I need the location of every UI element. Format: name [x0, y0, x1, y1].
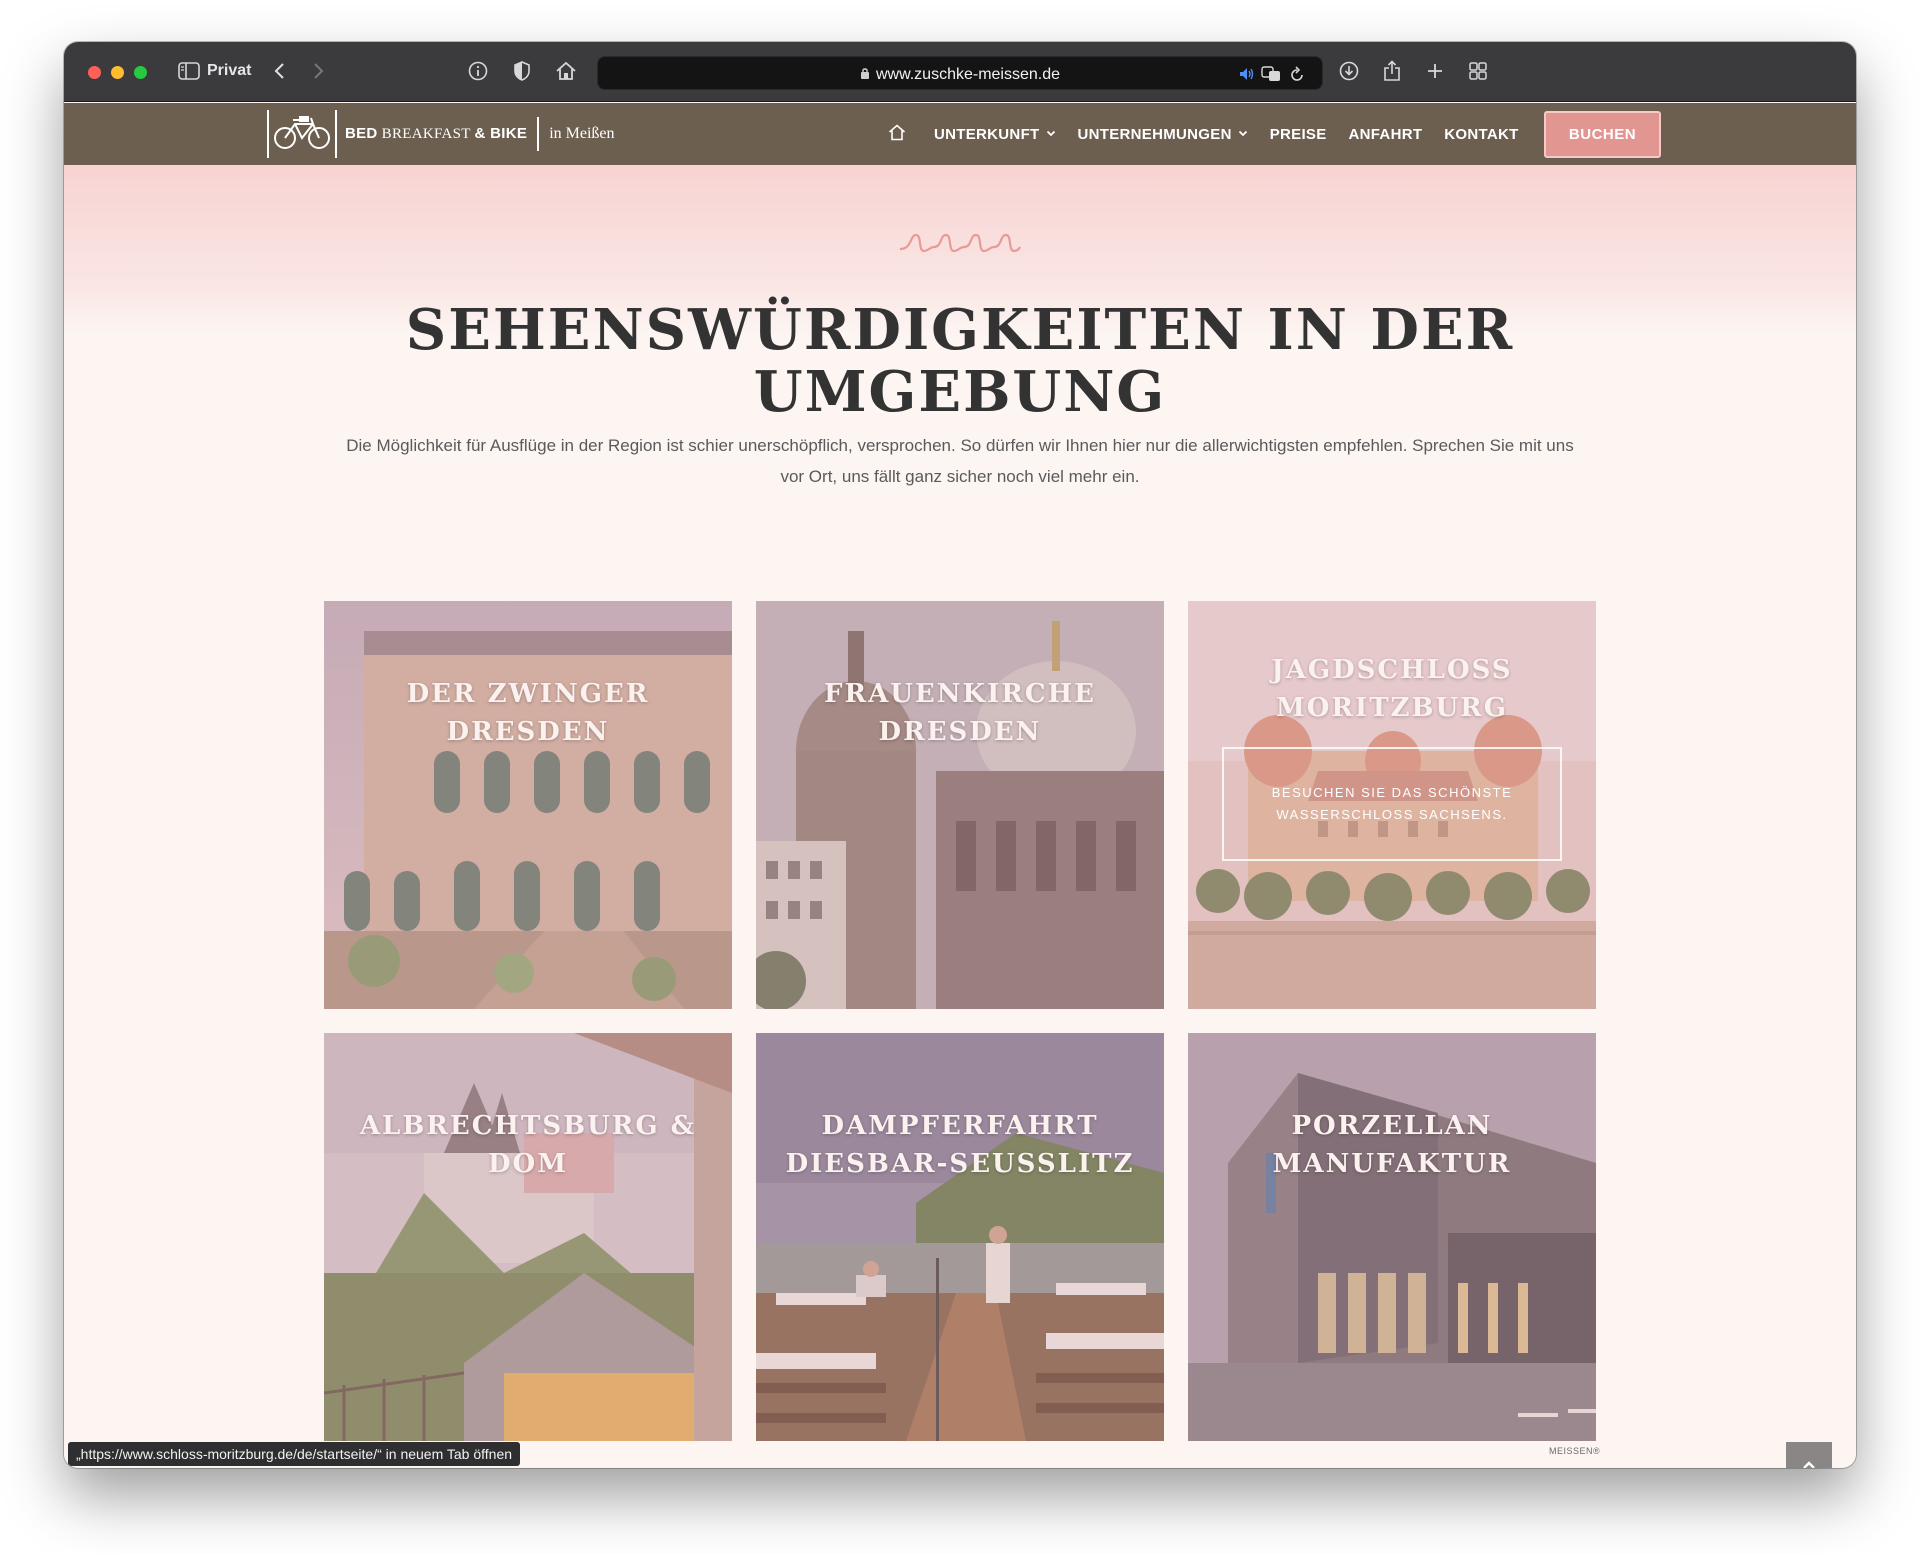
- tile-tint: [756, 1033, 1164, 1441]
- audio-playing-icon[interactable]: [1238, 65, 1256, 83]
- logo-location: in Meißen: [549, 125, 615, 142]
- nav-item-label: UNTERNEHMUNGEN: [1077, 126, 1232, 143]
- bicycle-logo-icon: [267, 110, 337, 158]
- nav-item-kontakt[interactable]: KONTAKT: [1444, 126, 1518, 143]
- status-bar-link-preview: „https://www.schloss-moritzburg.de/de/st…: [68, 1442, 521, 1466]
- home-icon[interactable]: [554, 58, 578, 84]
- tile-title-line-1: PORZELLAN: [1291, 1111, 1493, 1141]
- intro-text: Die Möglichkeit für Ausflüge in der Regi…: [304, 430, 1616, 492]
- sidebar-toggle-icon[interactable]: [176, 58, 202, 84]
- info-icon[interactable]: [466, 58, 490, 84]
- translate-icon[interactable]: [1260, 65, 1282, 83]
- tile-title-line-2: DOM: [488, 1149, 568, 1179]
- image-copyright: MEISSEN®: [1549, 1446, 1601, 1456]
- tile-jagdschloss-moritzburg[interactable]: JAGDSCHLOSS MORITZBURG BESUCHEN SIE DAS …: [1188, 601, 1596, 1009]
- tile-porzellan-manufaktur[interactable]: PORZELLAN MANUFAKTUR: [1188, 1033, 1596, 1441]
- nav-item-label: KONTAKT: [1444, 126, 1519, 143]
- forward-arrow-icon[interactable]: [309, 58, 329, 84]
- tile-zwinger-dresden[interactable]: DER ZWINGER DRESDEN: [324, 601, 732, 1009]
- nav-home-icon[interactable]: [888, 124, 906, 145]
- chevron-down-icon: [1238, 129, 1248, 140]
- tile-title-line-2: DIESBAR-SEUSSLITZ: [785, 1149, 1135, 1179]
- url-text: www.zuschke-meissen.de: [875, 66, 1061, 83]
- chevron-up-icon: [1803, 1461, 1815, 1468]
- tile-title-line-2: MANUFAKTUR: [1272, 1149, 1512, 1179]
- nav-item-label: ANFAHRT: [1348, 126, 1423, 143]
- tile-albrechtsburg-dom[interactable]: ALBRECHTSBURG & DOM: [324, 1033, 732, 1441]
- chevron-down-icon: [1046, 129, 1056, 140]
- logo-brand-bike: & BIKE: [474, 125, 528, 142]
- tile-hover-text: BESUCHEN SIE DAS SCHÖNSTE WASSERSCHLOSS …: [1271, 785, 1513, 822]
- tile-hover-description[interactable]: BESUCHEN SIE DAS SCHÖNSTE WASSERSCHLOSS …: [1222, 747, 1562, 861]
- decorative-squiggle-icon: [899, 233, 1021, 253]
- tile-title-line-1: FRAUENKIRCHE: [824, 679, 1096, 709]
- site-logo[interactable]: BED BREAKFAST & BIKE in Meißen: [267, 109, 615, 159]
- share-icon[interactable]: [1380, 58, 1404, 84]
- tile-frauenkirche-dresden[interactable]: FRAUENKIRCHE DRESDEN: [756, 601, 1164, 1009]
- tile-tint: [324, 1033, 732, 1441]
- tile-tint: [756, 601, 1164, 1009]
- tile-title-line-2: DRESDEN: [446, 717, 610, 747]
- nav-item-anfahrt[interactable]: ANFAHRT: [1349, 126, 1423, 143]
- nav-item-preise[interactable]: PREISE: [1270, 126, 1327, 143]
- address-bar[interactable]: www.zuschke-meissen.de: [597, 56, 1323, 90]
- tile-title: DAMPFERFAHRT DIESBAR-SEUSSLITZ: [776, 1107, 1144, 1183]
- site-header: BED BREAKFAST & BIKE in Meißen UNTERKUNF…: [64, 103, 1856, 165]
- tab-overview-icon[interactable]: [1466, 58, 1490, 84]
- logo-brand-breakfast: BREAKFAST: [381, 126, 471, 142]
- nav-item-unternehmungen[interactable]: UNTERNEHMUNGEN: [1078, 126, 1248, 143]
- tile-title: DER ZWINGER DRESDEN: [344, 675, 712, 751]
- browser-window: Privat www.zuschke-meissen.de BED BREAKF…: [64, 42, 1856, 1468]
- logo-divider: [537, 117, 540, 151]
- nav-item-label: PREISE: [1269, 126, 1327, 143]
- tile-title-line-1: DAMPFERFAHRT: [821, 1111, 1099, 1141]
- intro-line-1: Die Möglichkeit für Ausflüge in der Regi…: [346, 436, 1574, 455]
- tile-title: JAGDSCHLOSS MORITZBURG: [1208, 651, 1576, 727]
- lock-icon: [860, 67, 870, 82]
- tile-title-line-2: MORITZBURG: [1276, 693, 1508, 723]
- tile-title: PORZELLAN MANUFAKTUR: [1208, 1107, 1576, 1183]
- privacy-shield-icon[interactable]: [510, 58, 534, 84]
- page-title-line-2: UMGEBUNG: [753, 359, 1167, 425]
- tile-dampferfahrt-diesbar-seusslitz[interactable]: DAMPFERFAHRT DIESBAR-SEUSSLITZ: [756, 1033, 1164, 1441]
- tile-title-line-2: DRESDEN: [878, 717, 1042, 747]
- browser-toolbar: Privat www.zuschke-meissen.de: [64, 42, 1856, 102]
- page-title-line-1: SEHENSWÜRDIGKEITEN IN DER: [405, 297, 1515, 363]
- main-content: SEHENSWÜRDIGKEITEN IN DER UMGEBUNG Die M…: [64, 165, 1856, 1468]
- back-arrow-icon[interactable]: [269, 58, 289, 84]
- tile-title-line-1: ALBRECHTSBURG &: [359, 1111, 697, 1141]
- tile-title-line-1: JAGDSCHLOSS: [1271, 655, 1513, 685]
- nav-item-label: UNTERKUNFT: [934, 126, 1040, 143]
- minimize-window-button[interactable]: [111, 66, 124, 79]
- main-navigation: UNTERKUNFT UNTERNEHMUNGEN PREISE ANFAHRT…: [888, 124, 1541, 145]
- tile-tint: [324, 601, 732, 1009]
- new-tab-icon[interactable]: [1423, 58, 1447, 84]
- logo-brand-bed: BED: [345, 125, 378, 142]
- tile-title-line-1: DER ZWINGER: [406, 679, 650, 709]
- private-mode-label: Privat: [207, 62, 252, 79]
- close-window-button[interactable]: [88, 66, 101, 79]
- downloads-icon[interactable]: [1337, 58, 1361, 84]
- zoom-window-button[interactable]: [134, 66, 147, 79]
- attractions-grid: DER ZWINGER DRESDEN FRAUENKIRCHE DRESDEN…: [324, 601, 1596, 1441]
- tile-tint: [1188, 1033, 1596, 1441]
- buchen-button[interactable]: BUCHEN: [1544, 111, 1661, 158]
- reload-icon[interactable]: [1288, 65, 1306, 83]
- intro-line-2: vor Ort, uns fällt ganz sicher noch viel…: [780, 467, 1140, 486]
- page-title: SEHENSWÜRDIGKEITEN IN DER UMGEBUNG: [264, 299, 1656, 423]
- tile-title: FRAUENKIRCHE DRESDEN: [776, 675, 1144, 751]
- scroll-to-top-button[interactable]: [1786, 1442, 1832, 1468]
- nav-item-unterkunft[interactable]: UNTERKUNFT: [934, 126, 1056, 143]
- tile-title: ALBRECHTSBURG & DOM: [344, 1107, 712, 1183]
